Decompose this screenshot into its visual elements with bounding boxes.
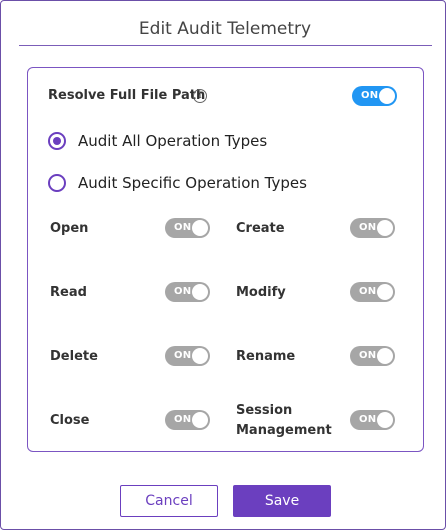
radio-selected-dot [53, 137, 61, 145]
toggle-read: ON [165, 282, 210, 302]
toggle-knob [377, 412, 393, 428]
toggle-text: ON [361, 90, 379, 101]
op-label-modify: Modify [236, 285, 286, 300]
toggle-delete: ON [165, 346, 210, 366]
toggle-knob [377, 220, 393, 236]
toggle-text: ON [174, 286, 192, 297]
cancel-button[interactable]: Cancel [120, 485, 218, 517]
toggle-knob [379, 88, 395, 104]
toggle-knob [192, 220, 208, 236]
toggle-session-management: ON [350, 410, 395, 430]
toggle-close: ON [165, 410, 210, 430]
toggle-knob [192, 284, 208, 300]
op-label-session-management: Session Management [236, 403, 332, 438]
resolve-full-file-path-toggle[interactable]: ON [352, 86, 397, 106]
op-label-rename: Rename [236, 349, 296, 364]
toggle-knob [192, 412, 208, 428]
info-icon[interactable]: i [193, 89, 207, 103]
toggle-text: ON [359, 286, 377, 297]
audit-specific-radio[interactable] [48, 174, 66, 192]
op-label-open: Open [50, 221, 89, 236]
title-divider [19, 45, 432, 46]
toggle-text: ON [174, 350, 192, 361]
toggle-create: ON [350, 218, 395, 238]
toggle-text: ON [174, 414, 192, 425]
toggle-knob [192, 348, 208, 364]
toggle-text: ON [174, 222, 192, 233]
settings-panel [27, 67, 424, 452]
op-label-read: Read [50, 285, 87, 300]
toggle-knob [377, 284, 393, 300]
op-label-create: Create [236, 221, 285, 236]
toggle-modify: ON [350, 282, 395, 302]
toggle-knob [377, 348, 393, 364]
toggle-text: ON [359, 222, 377, 233]
audit-specific-label: Audit Specific Operation Types [78, 174, 307, 192]
toggle-rename: ON [350, 346, 395, 366]
audit-all-radio[interactable] [48, 132, 66, 150]
dialog-title: Edit Audit Telemetry [138, 19, 312, 39]
op-label-delete: Delete [50, 349, 98, 364]
toggle-text: ON [359, 414, 377, 425]
edit-audit-telemetry-dialog: Edit Audit Telemetry Resolve Full File P… [0, 0, 446, 530]
toggle-open: ON [165, 218, 210, 238]
toggle-text: ON [359, 350, 377, 361]
op-label-close: Close [50, 413, 90, 428]
resolve-full-file-path-label: Resolve Full File Path [48, 88, 206, 103]
save-button[interactable]: Save [233, 485, 331, 517]
audit-all-label: Audit All Operation Types [78, 132, 268, 150]
